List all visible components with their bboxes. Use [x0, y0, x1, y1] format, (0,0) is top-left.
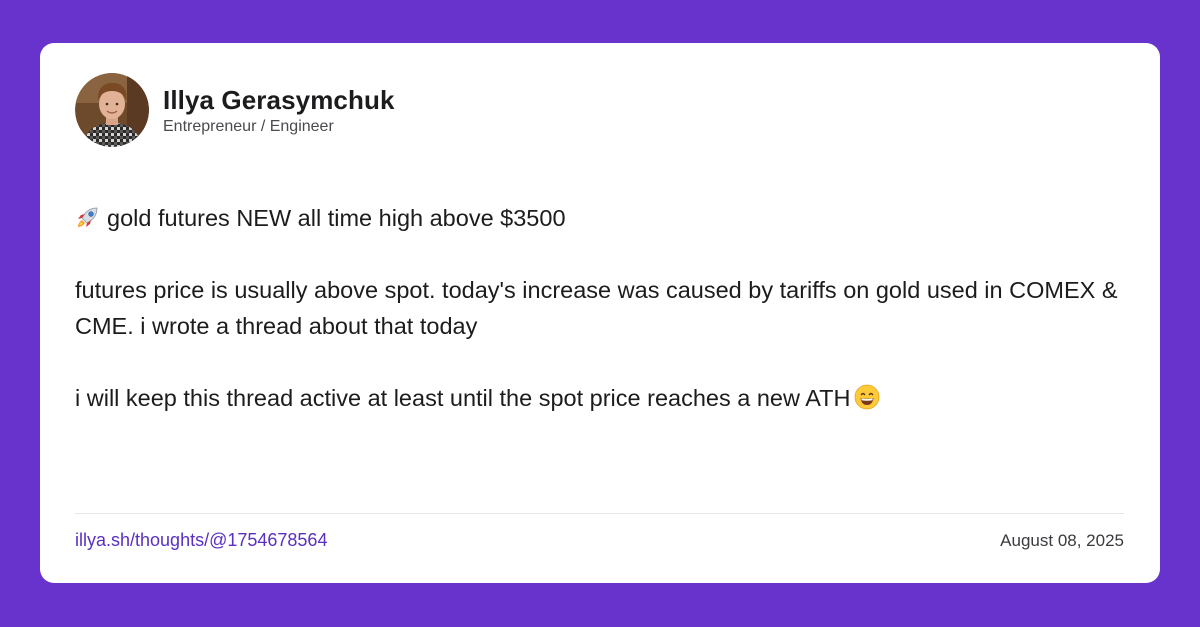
post-paragraph: futures price is usually above spot. tod… — [75, 272, 1125, 344]
post-paragraph-text: futures price is usually above spot. tod… — [75, 277, 1118, 339]
post-content: gold futures NEW all time high above $35… — [75, 200, 1125, 416]
post-paragraph: gold futures NEW all time high above $35… — [75, 200, 1125, 236]
grinning-face-icon — [855, 384, 880, 410]
post-paragraph: i will keep this thread active at least … — [75, 380, 1125, 416]
post-card: Illya Gerasymchuk Entrepreneur / Enginee… — [40, 43, 1160, 583]
author-name: Illya Gerasymchuk — [163, 85, 395, 115]
post-permalink[interactable]: illya.sh/thoughts/@1754678564 — [75, 530, 327, 551]
author-role: Entrepreneur / Engineer — [163, 118, 334, 135]
post-date: August 08, 2025 — [1000, 531, 1124, 550]
footer-divider — [75, 513, 1124, 514]
rocket-icon — [78, 207, 98, 227]
post-paragraph-text: gold futures NEW all time high above $35… — [107, 205, 566, 231]
post-paragraph-text: i will keep this thread active at least … — [75, 385, 851, 411]
avatar[interactable] — [75, 73, 149, 147]
